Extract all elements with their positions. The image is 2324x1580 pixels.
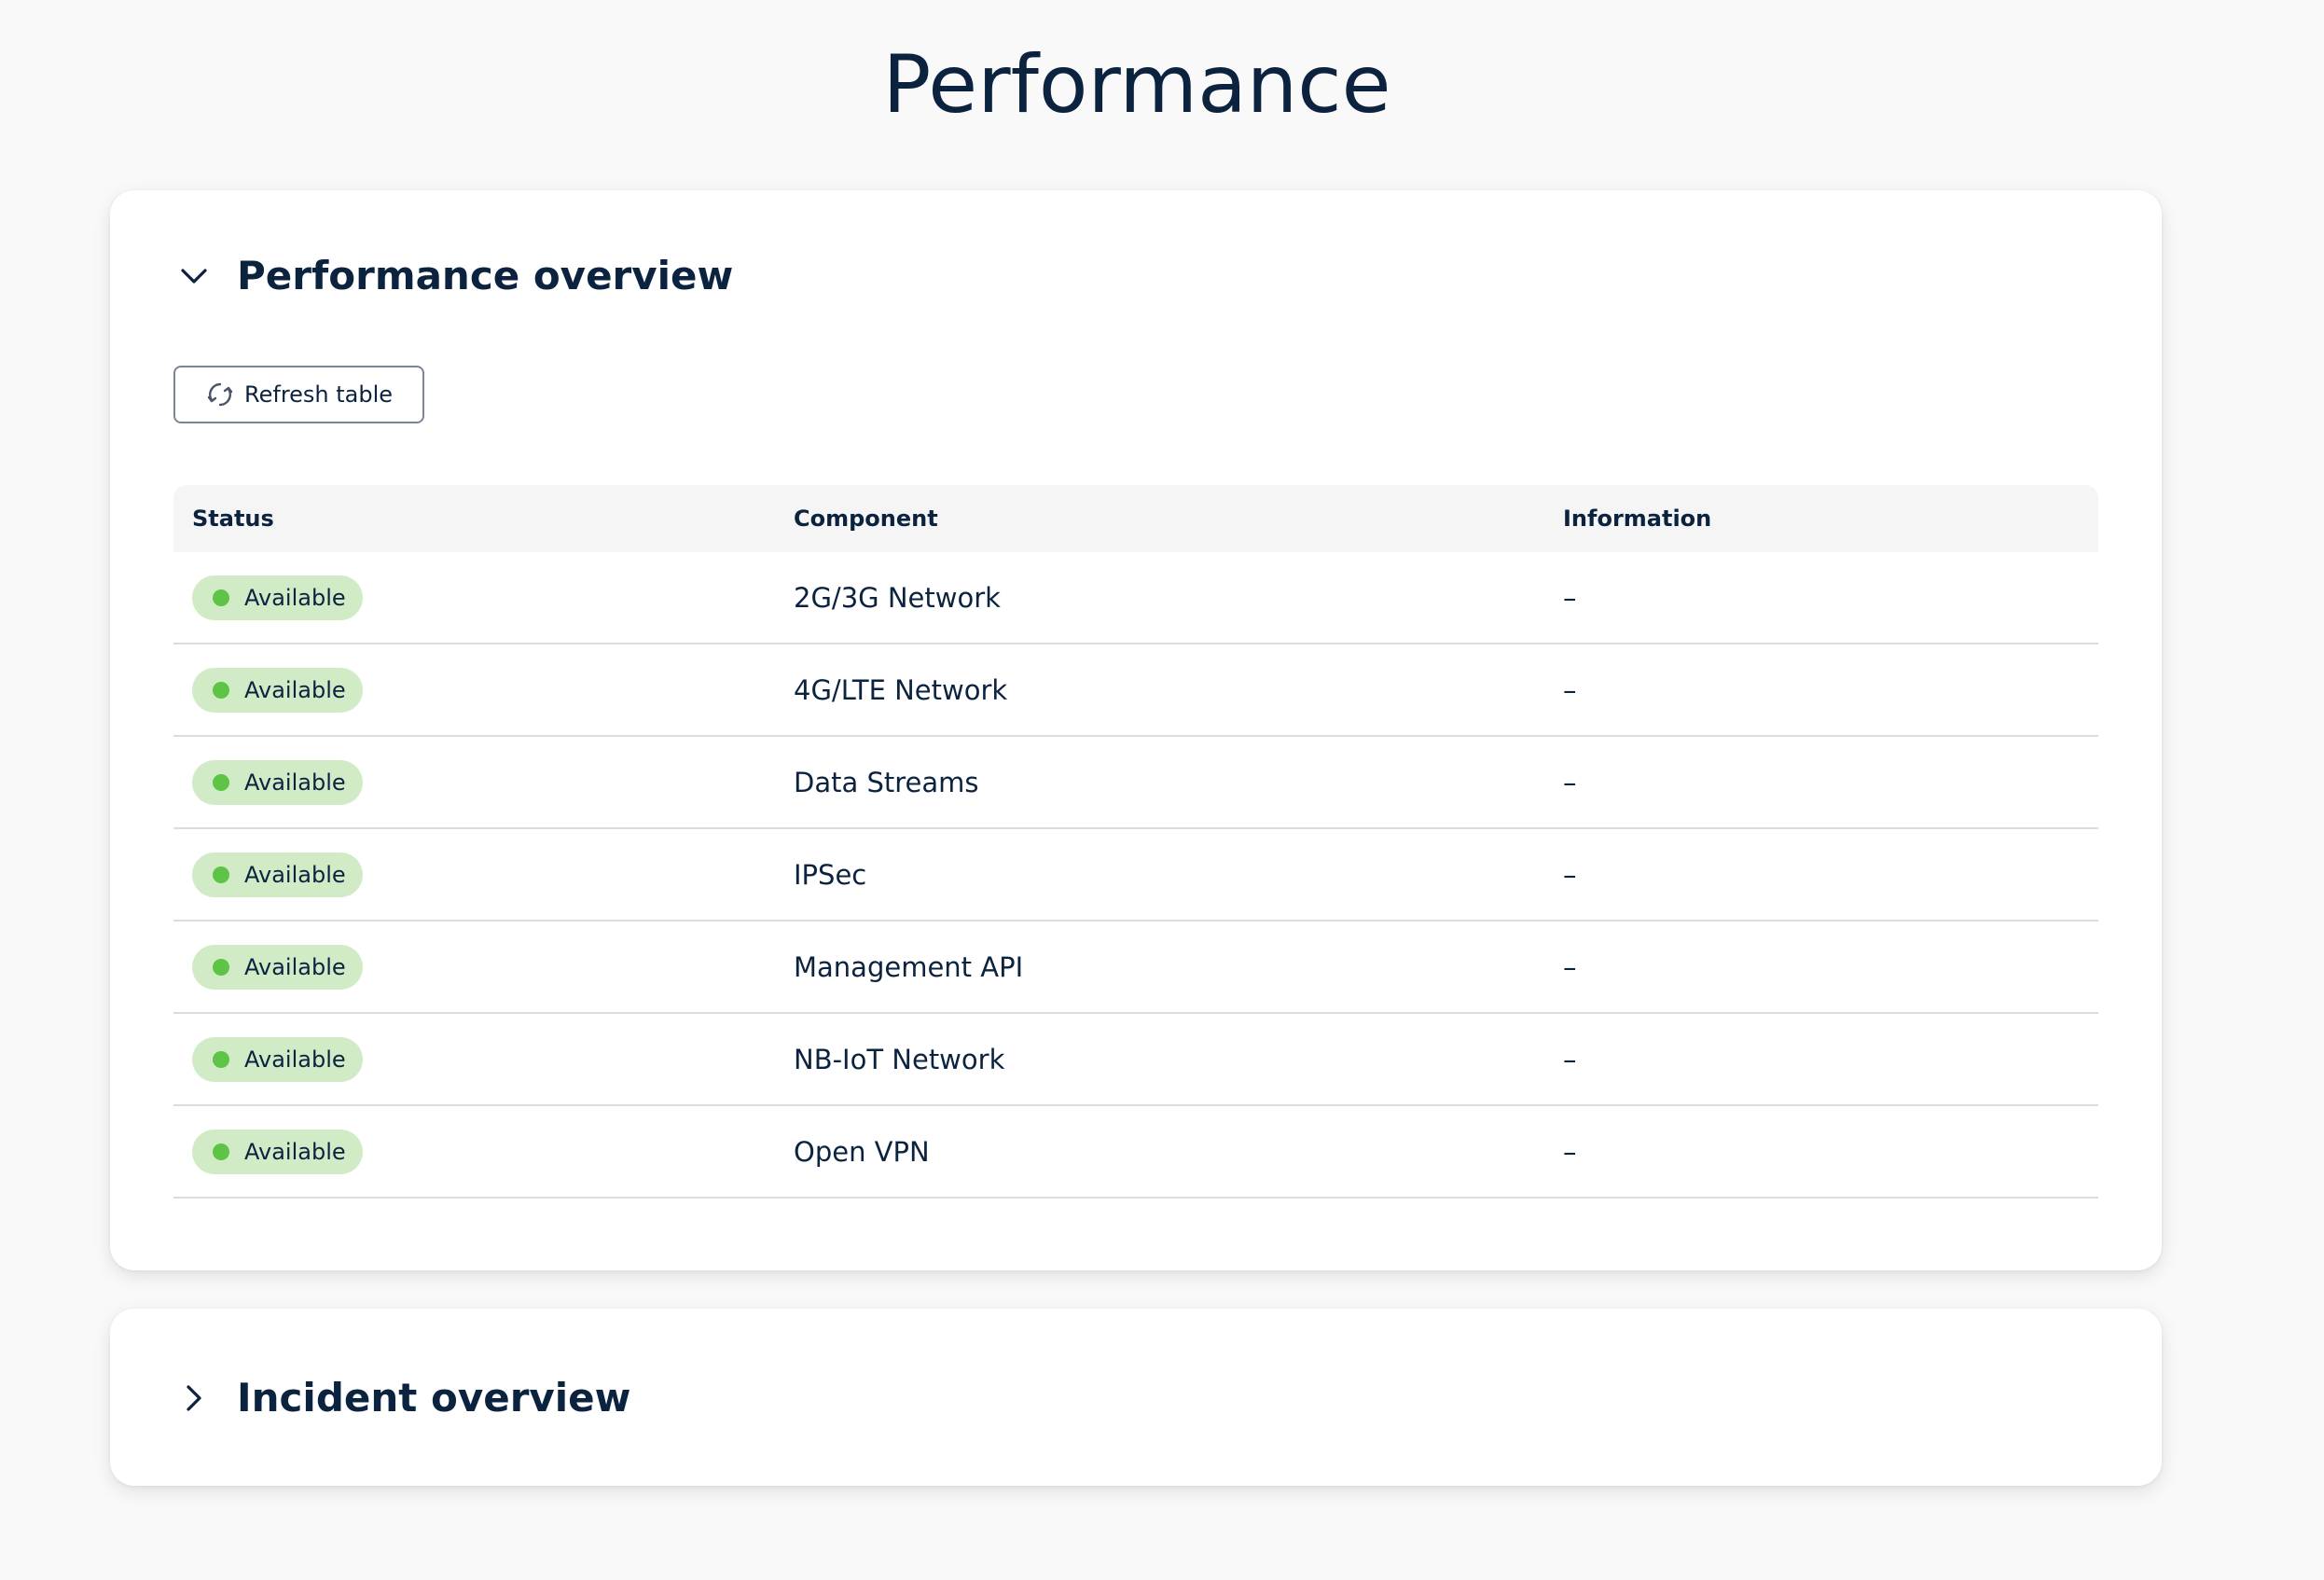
chevron-down-icon	[173, 256, 214, 297]
component-cell: IPSec	[794, 858, 867, 891]
information-cell: –	[1563, 950, 1577, 983]
column-header-component[interactable]: Component	[794, 506, 1563, 532]
status-dot-icon	[213, 681, 229, 699]
table-row: Available Data Streams –	[173, 737, 2098, 829]
table-row: Available Open VPN –	[173, 1106, 2098, 1199]
component-cell: 4G/LTE Network	[794, 673, 1008, 706]
status-dot-icon	[213, 1143, 229, 1160]
performance-overview-toggle[interactable]: Performance overview	[173, 250, 733, 302]
component-cell: Open VPN	[794, 1135, 930, 1168]
column-header-status[interactable]: Status	[173, 506, 794, 532]
information-cell: –	[1563, 766, 1577, 798]
information-cell: –	[1563, 673, 1577, 706]
information-cell: –	[1563, 1135, 1577, 1168]
table-row: Available NB-IoT Network –	[173, 1014, 2098, 1106]
page-title: Performance	[882, 38, 1391, 132]
status-dot-icon	[213, 866, 229, 883]
component-cell: Data Streams	[794, 766, 979, 798]
status-dot-icon	[213, 589, 229, 606]
table-row: Available IPSec –	[173, 829, 2098, 922]
status-badge: Available	[192, 1129, 363, 1174]
table-row: Available 2G/3G Network –	[173, 552, 2098, 644]
information-cell: –	[1563, 581, 1577, 614]
status-label: Available	[244, 861, 346, 888]
performance-table: Status Component Information Available 2…	[173, 485, 2098, 1199]
status-label: Available	[244, 584, 346, 611]
information-cell: –	[1563, 1043, 1577, 1075]
status-label: Available	[244, 1138, 346, 1165]
status-label: Available	[244, 769, 346, 796]
performance-overview-title: Performance overview	[237, 253, 734, 298]
column-header-information[interactable]: Information	[1563, 506, 2098, 532]
chevron-right-icon	[173, 1378, 214, 1419]
status-badge: Available	[192, 944, 363, 990]
table-row: Available Management API –	[173, 922, 2098, 1014]
status-label: Available	[244, 953, 346, 980]
component-cell: 2G/3G Network	[794, 581, 1001, 614]
information-cell: –	[1563, 858, 1577, 891]
table-header: Status Component Information	[173, 485, 2098, 552]
performance-overview-panel: Performance overview Refresh table Statu…	[110, 190, 2162, 1270]
refresh-table-label: Refresh table	[244, 381, 394, 408]
status-label: Available	[244, 1046, 346, 1073]
status-badge: Available	[192, 759, 363, 805]
refresh-table-button[interactable]: Refresh table	[173, 366, 425, 423]
status-dot-icon	[213, 773, 229, 791]
incident-overview-title: Incident overview	[237, 1375, 631, 1421]
status-dot-icon	[213, 958, 229, 976]
status-badge: Available	[192, 575, 363, 620]
status-badge: Available	[192, 667, 363, 713]
status-label: Available	[244, 676, 346, 703]
status-badge: Available	[192, 852, 363, 897]
status-badge: Available	[192, 1036, 363, 1082]
incident-overview-toggle[interactable]: Incident overview	[173, 1372, 630, 1424]
incident-overview-panel: Incident overview	[110, 1309, 2162, 1486]
refresh-icon	[205, 380, 235, 409]
component-cell: Management API	[794, 950, 1024, 983]
component-cell: NB-IoT Network	[794, 1043, 1005, 1075]
table-row: Available 4G/LTE Network –	[173, 644, 2098, 737]
status-dot-icon	[213, 1050, 229, 1068]
